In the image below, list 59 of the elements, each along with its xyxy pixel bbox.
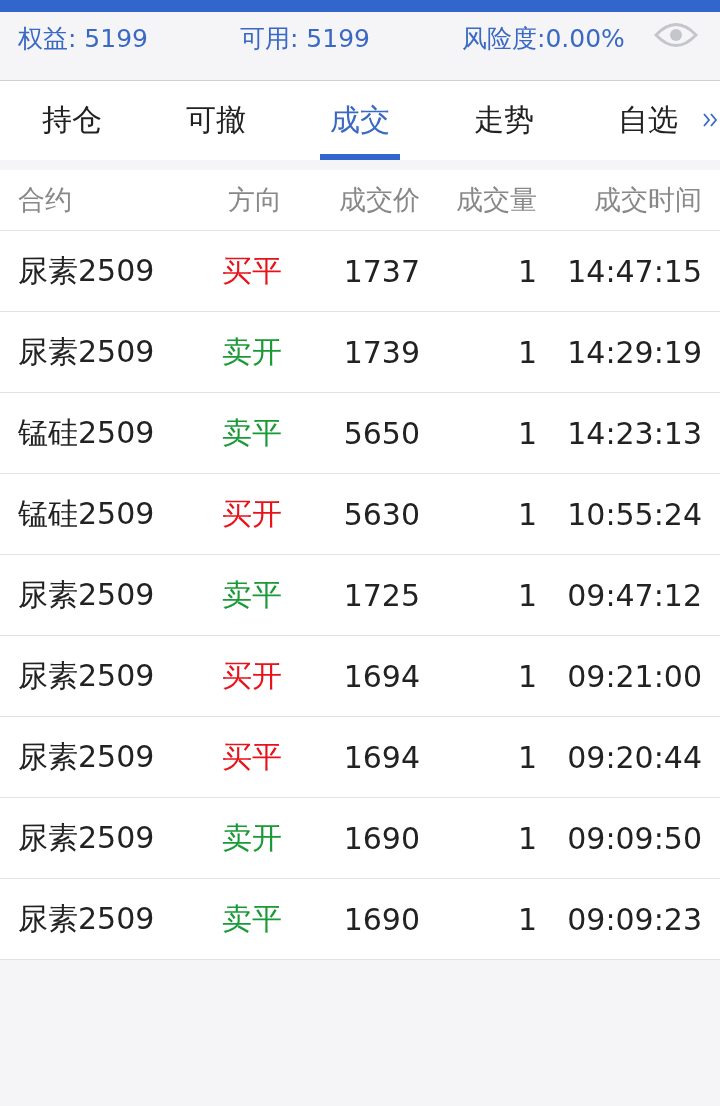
contract-cell-text: 尿素2509 (18, 656, 156, 695)
volume-cell-text: 1 (516, 496, 537, 532)
price-cell-text: 1725 (342, 577, 420, 613)
contract-cell-text: 尿素2509 (18, 818, 156, 857)
column-header: 成交价 (338, 183, 420, 217)
time-cell-text: 09:09:50 (566, 820, 702, 856)
double-chevron-icon[interactable] (702, 111, 718, 129)
direction-cell-text: 卖平 (221, 899, 282, 938)
contract-cell-text: 锰硅2509 (18, 494, 156, 533)
tab[interactable]: 成交 (288, 81, 432, 160)
direction-cell-text: 卖平 (221, 575, 282, 614)
time-cell-text: 14:29:19 (566, 334, 702, 370)
direction-cell-text: 卖开 (221, 332, 282, 371)
contract-cell-text: 尿素2509 (18, 332, 156, 371)
time-cell-text: 09:21:00 (566, 658, 702, 694)
time-cell-text: 14:47:15 (566, 253, 702, 289)
time-cell-text: 09:47:12 (566, 577, 702, 613)
volume-cell-text: 1 (516, 577, 537, 613)
direction-cell-text: 买开 (221, 494, 282, 533)
volume-cell-text: 1 (516, 334, 537, 370)
time-cell-text: 10:55:24 (566, 496, 702, 532)
volume-cell-text: 1 (516, 415, 537, 451)
account-stat: 权益: 5199 (18, 23, 149, 55)
price-cell-text: 1739 (342, 334, 420, 370)
direction-cell-text: 卖开 (221, 818, 282, 857)
price-cell-text: 1690 (342, 820, 420, 856)
price-cell-text: 1737 (342, 253, 420, 289)
tab[interactable]: 走势 (432, 81, 576, 160)
tab[interactable]: 可撤 (144, 81, 288, 160)
direction-cell-text: 买开 (221, 656, 282, 695)
volume-cell-text: 1 (516, 739, 537, 775)
direction-cell-text: 卖平 (221, 413, 282, 452)
account-stat: 可用: 5199 (240, 23, 371, 55)
volume-cell-text: 1 (516, 901, 537, 937)
time-cell-text: 09:09:23 (566, 901, 702, 937)
contract-cell-text: 尿素2509 (18, 251, 156, 290)
column-header: 方向 (227, 183, 282, 217)
time-cell-text: 09:20:44 (566, 739, 702, 775)
price-cell-text: 1694 (342, 739, 420, 775)
volume-cell-text: 1 (516, 253, 537, 289)
price-cell-text: 5650 (342, 415, 420, 451)
contract-cell-text: 锰硅2509 (18, 413, 156, 452)
direction-cell-text: 买平 (221, 737, 282, 776)
contract-cell-text: 尿素2509 (18, 575, 156, 614)
contract-cell-text: 尿素2509 (18, 737, 156, 776)
tab[interactable]: 自选 (576, 81, 720, 160)
contract-cell-text: 尿素2509 (18, 899, 156, 938)
column-header: 成交量 (455, 183, 537, 217)
tab[interactable]: 持仓 (0, 81, 144, 160)
price-cell-text: 5630 (342, 496, 420, 532)
account-stat: 风险度:0.00% (462, 23, 625, 55)
direction-cell-text: 买平 (221, 251, 282, 290)
column-header: 成交时间 (593, 183, 702, 217)
price-cell-text: 1694 (342, 658, 420, 694)
price-cell-text: 1690 (342, 901, 420, 937)
volume-cell-text: 1 (516, 658, 537, 694)
column-header: 合约 (18, 183, 73, 217)
time-cell-text: 14:23:13 (566, 415, 702, 451)
volume-cell-text: 1 (516, 820, 537, 856)
